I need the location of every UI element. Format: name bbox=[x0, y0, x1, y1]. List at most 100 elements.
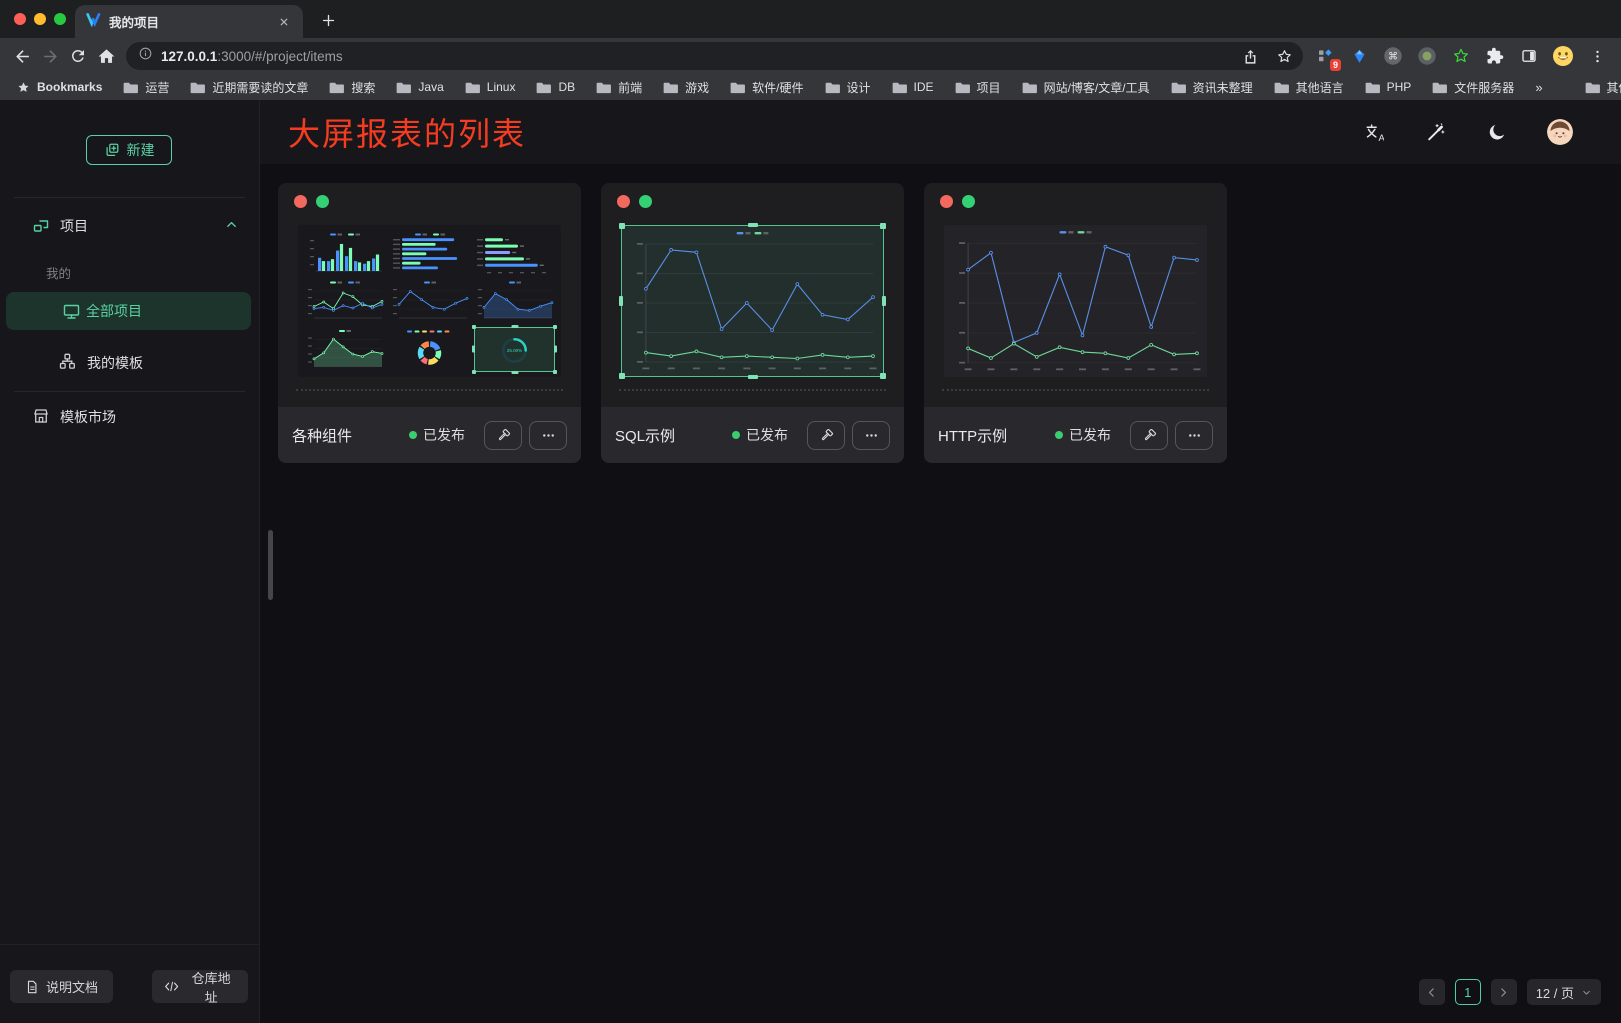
selection-handle[interactable] bbox=[472, 325, 476, 329]
sidebar-item-my-templates[interactable]: 我的模板 bbox=[0, 345, 259, 381]
selection-handle[interactable] bbox=[472, 346, 475, 353]
window-close-button[interactable] bbox=[14, 13, 26, 25]
selection-handle[interactable] bbox=[553, 325, 557, 329]
chevron-up-icon[interactable] bbox=[224, 217, 239, 235]
selection-handle[interactable] bbox=[619, 296, 623, 306]
url-text[interactable]: 127.0.0.1:3000/#/project/items bbox=[161, 49, 1229, 64]
other-bookmarks-folder[interactable]: 其他书签 bbox=[1585, 79, 1621, 96]
bookmarks-overflow-chevron[interactable]: » bbox=[1535, 80, 1542, 95]
selection-handle[interactable] bbox=[472, 370, 476, 374]
selection-handle[interactable] bbox=[511, 325, 518, 328]
share-icon[interactable] bbox=[1237, 43, 1263, 69]
current-page[interactable]: 1 bbox=[1455, 979, 1481, 1005]
bookmark-star-icon[interactable] bbox=[1271, 43, 1297, 69]
bookmark-folder[interactable]: IDE bbox=[892, 80, 934, 94]
bookmark-folder[interactable]: DB bbox=[536, 80, 575, 94]
tab-close-icon[interactable] bbox=[275, 13, 293, 31]
profile-avatar-emoji[interactable] bbox=[1549, 42, 1577, 70]
address-bar[interactable]: 127.0.0.1:3000/#/project/items bbox=[126, 42, 1303, 70]
language-translate-icon[interactable]: A bbox=[1361, 120, 1385, 144]
red-dot-icon bbox=[294, 195, 307, 208]
bookmark-folder-label: DB bbox=[558, 80, 575, 94]
sidebar-section-project[interactable]: 项目 bbox=[0, 209, 259, 243]
card-window-dots bbox=[617, 195, 652, 208]
bookmark-folder[interactable]: 近期需要读的文章 bbox=[190, 79, 308, 96]
bookmark-folder[interactable]: 前端 bbox=[596, 79, 642, 96]
site-info-icon[interactable] bbox=[138, 46, 153, 66]
edit-hammer-button[interactable] bbox=[807, 421, 845, 450]
chrome-menu-icon[interactable] bbox=[1583, 42, 1611, 70]
user-avatar[interactable] bbox=[1547, 119, 1573, 145]
project-section-icon bbox=[32, 216, 50, 237]
selection-handle[interactable] bbox=[748, 375, 758, 379]
selection-handle[interactable] bbox=[880, 373, 886, 379]
more-actions-button[interactable] bbox=[852, 421, 890, 450]
back-button[interactable] bbox=[8, 42, 36, 70]
bookmark-folder[interactable]: Java bbox=[396, 80, 443, 94]
page-size-select[interactable]: 12 / 页 bbox=[1527, 979, 1601, 1005]
magic-wand-icon[interactable] bbox=[1423, 120, 1447, 144]
green-star-extension-icon[interactable] bbox=[1447, 42, 1475, 70]
dot-extension-icon[interactable] bbox=[1413, 42, 1441, 70]
edit-hammer-button[interactable] bbox=[1130, 421, 1168, 450]
docs-button[interactable]: 说明文档 bbox=[10, 970, 113, 1003]
extensions-puzzle-icon[interactable] bbox=[1481, 42, 1509, 70]
reload-button[interactable] bbox=[64, 42, 92, 70]
selection-handle[interactable] bbox=[619, 223, 625, 229]
grid-extension-icon[interactable]: 9 bbox=[1311, 42, 1339, 70]
goview-logo-icon bbox=[85, 11, 101, 32]
sidebar: 新建 项目 我的 全部项目 bbox=[0, 100, 260, 1023]
more-actions-button[interactable] bbox=[1175, 421, 1213, 450]
extension-badge: 9 bbox=[1330, 59, 1341, 71]
edit-hammer-button[interactable] bbox=[484, 421, 522, 450]
project-thumbnail[interactable] bbox=[944, 225, 1207, 377]
bookmark-folder[interactable]: 软件/硬件 bbox=[730, 79, 803, 96]
bookmark-folder[interactable]: 其他语言 bbox=[1274, 79, 1344, 96]
bookmark-folder[interactable]: 设计 bbox=[825, 79, 871, 96]
bookmark-folder[interactable]: PHP bbox=[1365, 80, 1412, 94]
extensions-row: 9 ⌘ bbox=[1311, 42, 1613, 70]
mini-chart-line bbox=[304, 279, 385, 323]
gem-extension-icon[interactable] bbox=[1345, 42, 1373, 70]
sidebar-item-all-projects[interactable]: 全部项目 bbox=[6, 292, 251, 330]
selection-handle[interactable] bbox=[882, 296, 886, 306]
more-actions-button[interactable] bbox=[529, 421, 567, 450]
selection-handle[interactable] bbox=[511, 371, 518, 374]
project-card[interactable]: 25.00% 各种组件 已发布 bbox=[278, 183, 581, 463]
bookmark-folder[interactable]: 项目 bbox=[955, 79, 1001, 96]
command-extension-icon[interactable]: ⌘ bbox=[1379, 42, 1407, 70]
project-thumbnail-selected[interactable] bbox=[621, 225, 884, 377]
sidebar-divider bbox=[14, 197, 245, 198]
side-panel-icon[interactable] bbox=[1515, 42, 1543, 70]
browser-tab[interactable]: 我的项目 bbox=[75, 5, 303, 38]
new-project-button[interactable]: 新建 bbox=[86, 135, 172, 165]
next-page-button[interactable] bbox=[1491, 979, 1517, 1005]
project-card[interactable]: HTTP示例 已发布 bbox=[924, 183, 1227, 463]
repo-button[interactable]: 仓库地址 bbox=[152, 970, 248, 1003]
scrollbar-thumb[interactable] bbox=[268, 530, 273, 600]
docs-label: 说明文档 bbox=[46, 977, 98, 996]
window-minimize-button[interactable] bbox=[34, 13, 46, 25]
project-thumbnail[interactable]: 25.00% bbox=[298, 225, 561, 377]
bookmark-folder[interactable]: 网站/博客/文章/工具 bbox=[1022, 79, 1150, 96]
bookmark-folder[interactable]: 运营 bbox=[123, 79, 169, 96]
window-zoom-button[interactable] bbox=[54, 13, 66, 25]
bookmark-folder[interactable]: Linux bbox=[465, 80, 516, 94]
selection-handle[interactable] bbox=[880, 223, 886, 229]
sidebar-item-template-market[interactable]: 模板市场 bbox=[0, 400, 259, 434]
new-tab-button[interactable] bbox=[316, 8, 340, 32]
home-button[interactable] bbox=[92, 42, 120, 70]
bookmark-folder[interactable]: 搜索 bbox=[329, 79, 375, 96]
selection-handle[interactable] bbox=[553, 370, 557, 374]
bookmark-folder[interactable]: 文件服务器 bbox=[1432, 79, 1514, 96]
selection-handle[interactable] bbox=[748, 223, 758, 227]
forward-button[interactable] bbox=[36, 42, 64, 70]
selection-handle[interactable] bbox=[554, 346, 557, 353]
bookmarks-root[interactable]: Bookmarks bbox=[16, 80, 102, 95]
bookmark-folder[interactable]: 资讯未整理 bbox=[1171, 79, 1253, 96]
dark-mode-moon-icon[interactable] bbox=[1485, 120, 1509, 144]
bookmark-folder[interactable]: 游戏 bbox=[663, 79, 709, 96]
selection-handle[interactable] bbox=[619, 373, 625, 379]
prev-page-button[interactable] bbox=[1419, 979, 1445, 1005]
project-card[interactable]: SQL示例 已发布 bbox=[601, 183, 904, 463]
